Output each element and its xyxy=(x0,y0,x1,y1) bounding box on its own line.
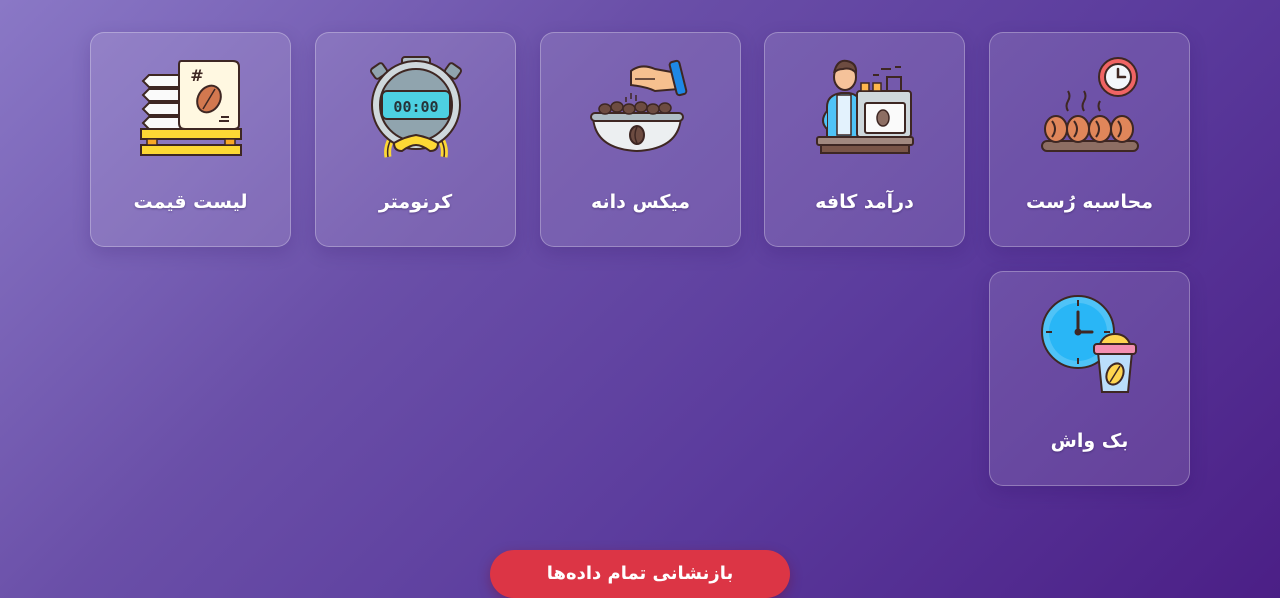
tool-label-bean-mix: میکس دانه xyxy=(591,191,690,213)
roasting-beans-timer-icon xyxy=(1038,55,1142,159)
barista-espresso-machine-icon xyxy=(813,55,917,159)
svg-text:#: # xyxy=(190,66,203,85)
clock-coffee-cup-icon xyxy=(1038,294,1142,398)
tool-label-price-list: لیست قیمت xyxy=(133,191,248,213)
tool-label-chronometer: کرنومتر xyxy=(378,191,453,213)
tool-label-backwash: بک واش xyxy=(1050,430,1129,452)
tool-card-bean-mix[interactable]: میکس دانه xyxy=(540,32,741,247)
reset-all-data-button[interactable]: بازنشانی تمام داده‌ها xyxy=(490,550,790,598)
tool-label-cafe-income: درآمد کافه xyxy=(815,191,914,213)
tool-card-backwash[interactable]: بک واش xyxy=(989,271,1190,486)
tool-card-cafe-income[interactable]: درآمد کافه xyxy=(764,32,965,247)
tool-card-chronometer[interactable]: 00:00 کرنومتر xyxy=(315,32,516,247)
stopwatch-icon: 00:00 xyxy=(364,55,468,159)
tools-grid: محاسبه رُست درآمد کافه میکس دانه 00:00 ک… xyxy=(0,0,1280,598)
tool-card-roast[interactable]: محاسبه رُست xyxy=(989,32,1190,247)
tool-card-price-list[interactable]: # لیست قیمت xyxy=(90,32,291,247)
coffee-sacks-price-list-icon: # xyxy=(139,55,243,159)
tool-label-roast: محاسبه رُست xyxy=(1026,191,1153,213)
hand-mixing-beans-bowl-icon xyxy=(589,55,693,159)
svg-text:00:00: 00:00 xyxy=(393,98,438,116)
